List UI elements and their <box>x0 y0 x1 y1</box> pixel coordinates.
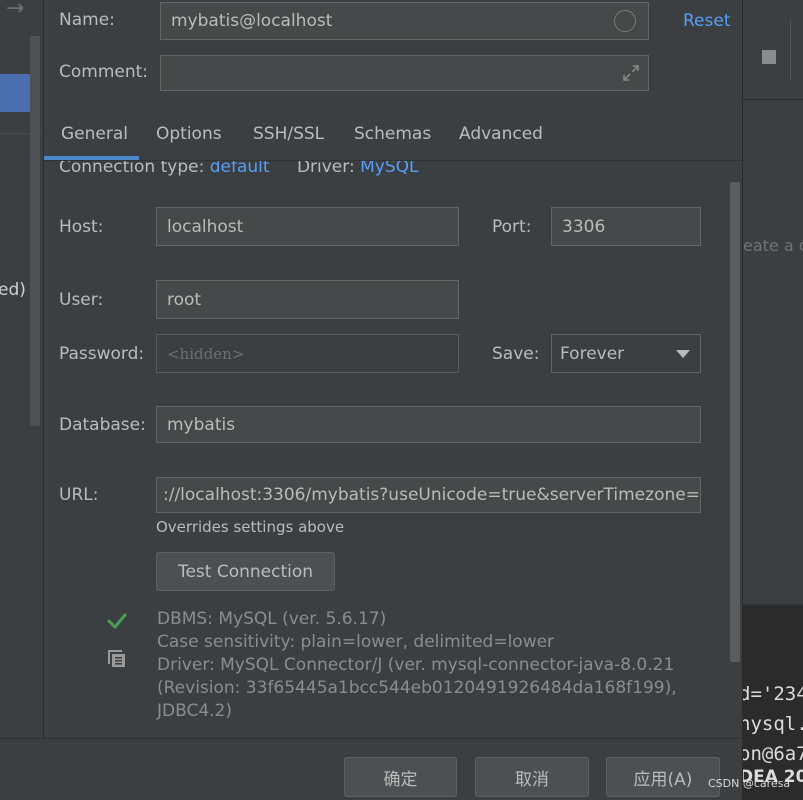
ok-label: 确定 <box>383 769 418 790</box>
placeholder-text: eate a d <box>743 236 803 255</box>
host-value: localhost <box>167 216 244 237</box>
info-line: DBMS: MySQL (ver. 5.6.17) <box>157 609 387 629</box>
console-line: nysql. <box>742 713 803 735</box>
save-label: Save: <box>492 344 540 364</box>
user-input[interactable]: root <box>156 280 459 319</box>
save-dropdown[interactable]: Forever <box>551 334 701 373</box>
port-input[interactable]: 3306 <box>551 207 701 246</box>
database-label: Database: <box>59 415 146 435</box>
toolbar-separator <box>790 20 791 80</box>
info-line: Driver: MySQL Connector/J (ver. mysql-co… <box>157 655 675 675</box>
ok-button[interactable]: 确定 <box>344 757 457 797</box>
expand-icon[interactable] <box>622 64 640 82</box>
data-source-dialog: Name: mybatis@localhost Reset Comment: G… <box>44 0 742 740</box>
password-input[interactable]: <hidden> <box>156 334 459 373</box>
tab-ssh-ssl[interactable]: SSH/SSL <box>253 124 324 144</box>
apply-label: 应用(A) <box>633 769 693 790</box>
url-input[interactable]: ://localhost:3306/mybatis?useUnicode=tru… <box>156 477 701 513</box>
comment-input[interactable] <box>160 55 649 91</box>
tab-options[interactable]: Options <box>156 124 222 144</box>
comment-label: Comment: <box>59 62 149 82</box>
tab-schemas[interactable]: Schemas <box>354 124 431 144</box>
database-value: mybatis <box>167 414 236 435</box>
left-sidebar: → ed) ) <box>0 0 44 740</box>
host-label: Host: <box>59 217 104 237</box>
color-circle-icon[interactable] <box>614 10 636 32</box>
check-icon <box>107 613 127 629</box>
apply-button[interactable]: 应用(A) <box>606 757 720 797</box>
watermark: CSDN @caresa <box>708 777 791 790</box>
tab-advanced[interactable]: Advanced <box>459 124 543 144</box>
sidebar-item-text[interactable]: ) <box>0 314 1 334</box>
port-value: 3306 <box>562 216 606 237</box>
test-connection-button[interactable]: Test Connection <box>156 552 335 591</box>
info-line: (Revision: 33f65445a1bcc544eb01204919264… <box>157 678 677 698</box>
url-hint: Overrides settings above <box>156 518 345 536</box>
database-input[interactable]: mybatis <box>156 406 701 443</box>
port-label: Port: <box>492 217 532 237</box>
reset-link[interactable]: Reset <box>683 11 731 31</box>
dialog-footer: 确定 取消 应用(A) <box>0 738 742 800</box>
connection-type-row: Connection type: default Driver: MySQL <box>59 161 459 178</box>
dialog-scrollbar[interactable] <box>730 182 740 662</box>
console-output: d='234 nysql. on@6a7 DEA 20 <box>743 604 803 800</box>
host-input[interactable]: localhost <box>156 207 459 246</box>
arrow-right-icon[interactable]: → <box>6 0 24 21</box>
cancel-label: 取消 <box>515 769 549 790</box>
info-line: Case sensitivity: plain=lower, delimited… <box>157 632 555 652</box>
save-value: Forever <box>560 343 625 364</box>
name-label: Name: <box>59 10 115 30</box>
stop-icon[interactable] <box>762 50 776 64</box>
sidebar-item-text[interactable]: ed) <box>0 280 26 300</box>
url-label: URL: <box>59 485 99 505</box>
chevron-down-icon <box>676 350 690 358</box>
password-label: Password: <box>59 344 145 364</box>
cancel-button[interactable]: 取消 <box>475 757 589 797</box>
connection-info: DBMS: MySQL (ver. 5.6.17) Case sensitivi… <box>157 608 677 723</box>
background-ide-panel: eate a d d='234 nysql. on@6a7 DEA 20 <box>742 0 803 800</box>
name-value: mybatis@localhost <box>171 11 333 31</box>
user-value: root <box>167 289 202 310</box>
user-label: User: <box>59 290 104 310</box>
info-line: JDBC4.2) <box>157 701 233 721</box>
tabs-divider <box>44 160 742 161</box>
console-line: d='234 <box>742 683 803 705</box>
name-input[interactable]: mybatis@localhost <box>160 2 649 40</box>
console-line: on@6a7 <box>742 743 803 765</box>
copy-icon[interactable] <box>107 649 127 669</box>
tab-general[interactable]: General <box>61 124 128 144</box>
url-value: ://localhost:3306/mybatis?useUnicode=tru… <box>163 485 701 505</box>
test-connection-label: Test Connection <box>177 561 314 582</box>
sidebar-scrollbar[interactable] <box>30 36 40 426</box>
password-placeholder: <hidden> <box>167 344 245 363</box>
panel-divider <box>743 99 803 100</box>
